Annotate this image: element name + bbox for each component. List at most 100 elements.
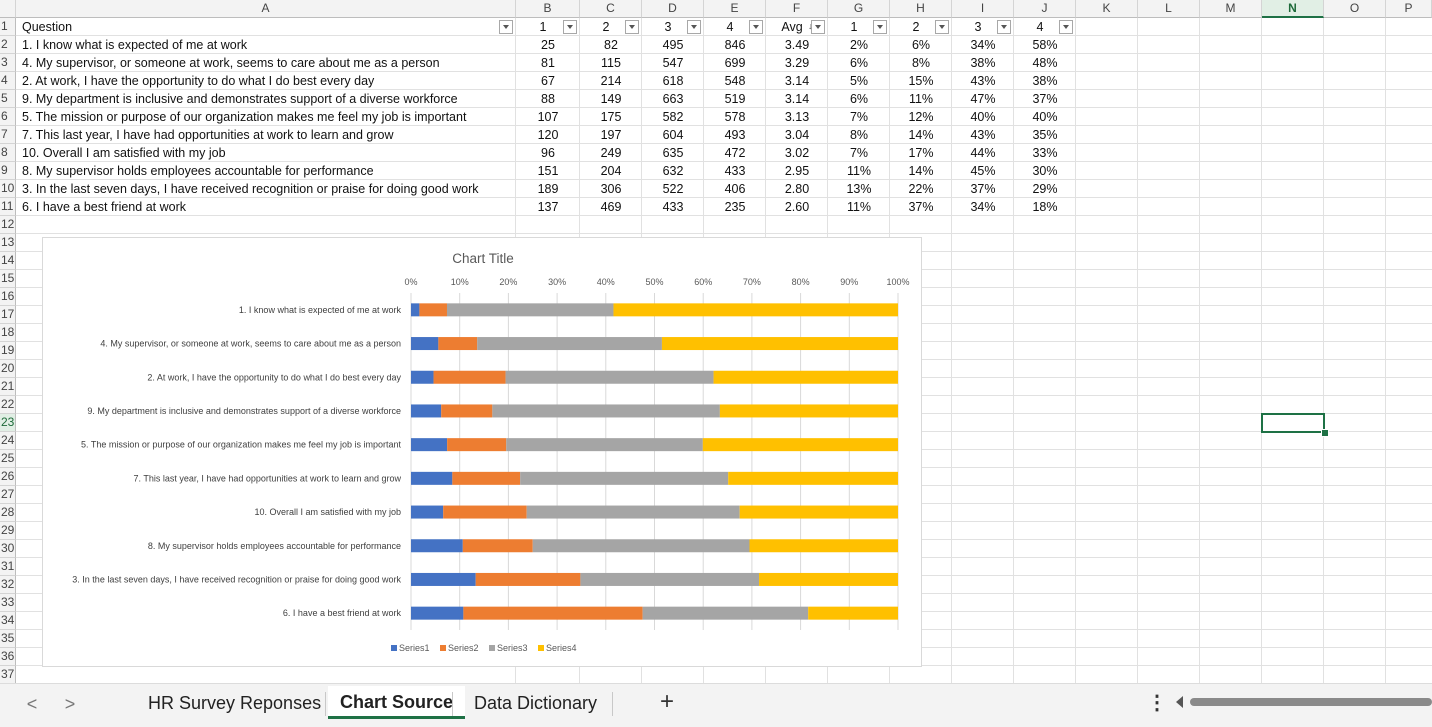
- value-cell[interactable]: 96: [516, 144, 580, 162]
- question-cell[interactable]: 10. Overall I am satisfied with my job: [22, 144, 516, 162]
- value-cell[interactable]: 846: [704, 36, 766, 54]
- value-cell[interactable]: 38%: [1014, 72, 1076, 90]
- row-header-12[interactable]: 12: [0, 216, 16, 234]
- value-cell[interactable]: 3.29: [766, 54, 828, 72]
- tab-data-dictionary[interactable]: Data Dictionary: [462, 684, 609, 720]
- bar-series4-5[interactable]: [702, 438, 898, 452]
- legend-label[interactable]: Series3: [497, 643, 528, 653]
- bar-series4-10[interactable]: [808, 606, 898, 620]
- row-header-25[interactable]: 25: [0, 450, 16, 468]
- row-header-24[interactable]: 24: [0, 432, 16, 450]
- selected-cell[interactable]: [1261, 413, 1325, 433]
- value-cell[interactable]: 11%: [828, 198, 890, 216]
- row-header-4[interactable]: 4: [0, 72, 16, 90]
- value-cell[interactable]: 30%: [1014, 162, 1076, 180]
- bar-series1-7[interactable]: [411, 505, 444, 519]
- filter-dropdown-icon[interactable]: [499, 20, 513, 34]
- bar-series1-5[interactable]: [411, 438, 448, 452]
- question-cell[interactable]: 6. I have a best friend at work: [22, 198, 516, 216]
- filter-dropdown-icon[interactable]: [997, 20, 1011, 34]
- row-header-37[interactable]: 37: [0, 666, 16, 683]
- header-cell-i[interactable]: 3: [956, 18, 1000, 36]
- value-cell[interactable]: 2%: [828, 36, 890, 54]
- value-cell[interactable]: 12%: [890, 108, 952, 126]
- row-header-14[interactable]: 14: [0, 252, 16, 270]
- row-header-17[interactable]: 17: [0, 306, 16, 324]
- row-header-29[interactable]: 29: [0, 522, 16, 540]
- bar-series3-6[interactable]: [520, 471, 729, 485]
- column-header-j[interactable]: J: [1014, 0, 1076, 18]
- filter-dropdown-icon[interactable]: [687, 20, 701, 34]
- bar-series3-10[interactable]: [642, 606, 809, 620]
- value-cell[interactable]: 6%: [890, 36, 952, 54]
- bar-series1-8[interactable]: [411, 539, 463, 553]
- fill-handle[interactable]: [1321, 429, 1329, 437]
- row-header-9[interactable]: 9: [0, 162, 16, 180]
- filter-dropdown-icon[interactable]: [563, 20, 577, 34]
- value-cell[interactable]: 81: [516, 54, 580, 72]
- question-cell[interactable]: 7. This last year, I have had opportunit…: [22, 126, 516, 144]
- question-cell[interactable]: 9. My department is inclusive and demons…: [22, 90, 516, 108]
- value-cell[interactable]: 14%: [890, 162, 952, 180]
- value-cell[interactable]: 306: [580, 180, 642, 198]
- value-cell[interactable]: 469: [580, 198, 642, 216]
- column-header-g[interactable]: G: [828, 0, 890, 18]
- bar-series3-1[interactable]: [446, 303, 614, 317]
- value-cell[interactable]: 58%: [1014, 36, 1076, 54]
- row-header-11[interactable]: 11: [0, 198, 16, 216]
- value-cell[interactable]: 107: [516, 108, 580, 126]
- value-cell[interactable]: 44%: [952, 144, 1014, 162]
- value-cell[interactable]: 406: [704, 180, 766, 198]
- row-header-30[interactable]: 30: [0, 540, 16, 558]
- header-cell-question[interactable]: Question: [22, 18, 498, 36]
- row-header-13[interactable]: 13: [0, 234, 16, 252]
- bar-series1-10[interactable]: [411, 606, 464, 620]
- bar-series2-7[interactable]: [443, 505, 527, 519]
- bar-series1-6[interactable]: [411, 471, 453, 485]
- legend-label[interactable]: Series2: [448, 643, 479, 653]
- value-cell[interactable]: 37%: [952, 180, 1014, 198]
- value-cell[interactable]: 3.14: [766, 90, 828, 108]
- bar-series2-5[interactable]: [447, 438, 507, 452]
- value-cell[interactable]: 2.80: [766, 180, 828, 198]
- value-cell[interactable]: 149: [580, 90, 642, 108]
- column-header-p[interactable]: P: [1386, 0, 1432, 18]
- value-cell[interactable]: 88: [516, 90, 580, 108]
- value-cell[interactable]: 45%: [952, 162, 1014, 180]
- value-cell[interactable]: 433: [642, 198, 704, 216]
- header-cell-e[interactable]: 4: [708, 18, 752, 36]
- value-cell[interactable]: 472: [704, 144, 766, 162]
- column-header-o[interactable]: O: [1324, 0, 1386, 18]
- row-header-27[interactable]: 27: [0, 486, 16, 504]
- value-cell[interactable]: 2.95: [766, 162, 828, 180]
- bar-series3-2[interactable]: [477, 337, 662, 351]
- column-header-k[interactable]: K: [1076, 0, 1138, 18]
- value-cell[interactable]: 120: [516, 126, 580, 144]
- value-cell[interactable]: 47%: [952, 90, 1014, 108]
- column-header-f[interactable]: F: [766, 0, 828, 18]
- filter-dropdown-icon[interactable]: [873, 20, 887, 34]
- value-cell[interactable]: 22%: [890, 180, 952, 198]
- select-all-corner[interactable]: [0, 0, 16, 18]
- filter-dropdown-icon[interactable]: [1059, 20, 1073, 34]
- row-header-23[interactable]: 23: [0, 414, 16, 432]
- value-cell[interactable]: 214: [580, 72, 642, 90]
- bar-series1-3[interactable]: [411, 370, 434, 384]
- row-header-20[interactable]: 20: [0, 360, 16, 378]
- value-cell[interactable]: 37%: [1014, 90, 1076, 108]
- column-header-n[interactable]: N: [1262, 0, 1324, 18]
- row-header-19[interactable]: 19: [0, 342, 16, 360]
- row-header-6[interactable]: 6: [0, 108, 16, 126]
- bar-series2-10[interactable]: [463, 606, 643, 620]
- header-cell-g[interactable]: 1: [832, 18, 876, 36]
- row-header-21[interactable]: 21: [0, 378, 16, 396]
- value-cell[interactable]: 137: [516, 198, 580, 216]
- horizontal-scrollbar[interactable]: [1176, 696, 1432, 708]
- filter-dropdown-icon[interactable]: [625, 20, 639, 34]
- value-cell[interactable]: 604: [642, 126, 704, 144]
- value-cell[interactable]: 578: [704, 108, 766, 126]
- value-cell[interactable]: 7%: [828, 108, 890, 126]
- value-cell[interactable]: 11%: [828, 162, 890, 180]
- question-cell[interactable]: 5. The mission or purpose of our organiz…: [22, 108, 516, 126]
- row-header-35[interactable]: 35: [0, 630, 16, 648]
